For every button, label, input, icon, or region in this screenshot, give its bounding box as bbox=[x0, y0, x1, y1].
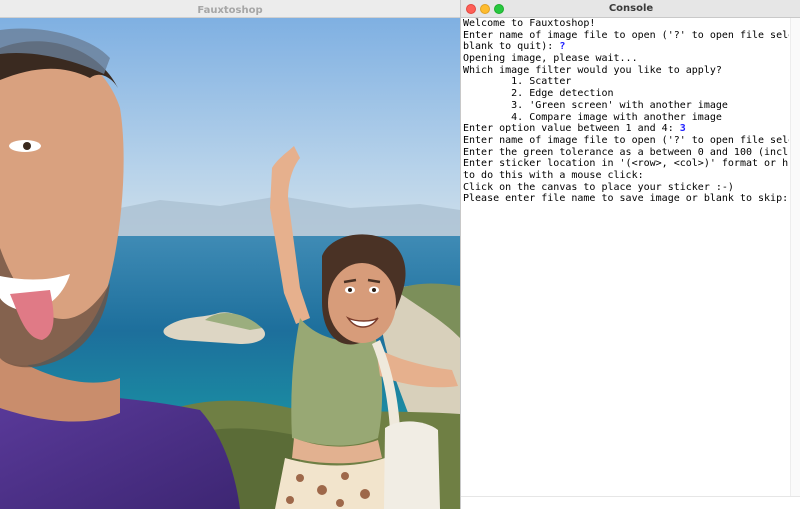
console-line-text: Click on the canvas to place your sticke… bbox=[463, 181, 734, 193]
console-line: Enter option value between 1 and 4: 3 bbox=[463, 123, 789, 135]
console-line-text: to do this with a mouse click: bbox=[463, 169, 644, 181]
console-line-text: 1. Scatter bbox=[463, 76, 572, 88]
console-line: Enter name of image file to open ('?' to… bbox=[463, 135, 789, 147]
console-title: Console bbox=[608, 3, 654, 14]
console-line-text: Which image filter would you like to app… bbox=[463, 64, 722, 76]
console-line-text: Enter option value between 1 and 4: bbox=[463, 123, 680, 135]
console-line-text: Please enter file name to save image or … bbox=[463, 193, 789, 205]
console-line-text: 2. Edge detection bbox=[463, 88, 614, 100]
console-user-input: ? bbox=[559, 41, 566, 53]
console-line: Click on the canvas to place your sticke… bbox=[463, 182, 789, 194]
console-line-text: Enter name of image file to open ('?' to… bbox=[463, 134, 789, 146]
fauxtoshop-titlebar[interactable]: Fauxtoshop bbox=[0, 0, 460, 18]
console-line: Welcome to Fauxtoshop! bbox=[463, 18, 789, 30]
console-line: Enter sticker location in '(<row>, <col>… bbox=[463, 158, 789, 170]
console-line: Which image filter would you like to app… bbox=[463, 65, 789, 77]
image-canvas[interactable] bbox=[0, 18, 460, 509]
console-scrollbar[interactable] bbox=[790, 18, 800, 496]
console-line: Opening image, please wait... bbox=[463, 53, 789, 65]
console-line: blank to quit): ? bbox=[463, 41, 789, 53]
console-line: 3. 'Green screen' with another image bbox=[463, 100, 789, 112]
console-titlebar[interactable]: Console bbox=[461, 0, 800, 18]
fauxtoshop-title: Fauxtoshop bbox=[197, 5, 263, 16]
console-line-text: Welcome to Fauxtoshop! bbox=[463, 18, 596, 29]
console-line: 4. Compare image with another image bbox=[463, 112, 789, 124]
console-line-text: Opening image, please wait... bbox=[463, 53, 638, 65]
console-line: 1. Scatter bbox=[463, 76, 789, 88]
console-line-text: 4. Compare image with another image bbox=[463, 111, 722, 123]
console-line-text: 3. 'Green screen' with another image bbox=[463, 99, 728, 111]
console-line: to do this with a mouse click: bbox=[463, 170, 789, 182]
fauxtoshop-window: Fauxtoshop bbox=[0, 0, 460, 509]
console-line: Enter name of image file to open ('?' to… bbox=[463, 30, 789, 42]
console-line-text: blank to quit): bbox=[463, 41, 560, 53]
console-status-strip bbox=[461, 496, 800, 509]
console-line: Please enter file name to save image or … bbox=[463, 193, 789, 205]
console-output[interactable]: Welcome to Fauxtoshop! Enter name of imag… bbox=[463, 18, 789, 496]
console-line-text: Enter sticker location in '(<row>, <col>… bbox=[463, 158, 789, 170]
tote-bag bbox=[384, 421, 440, 509]
console-line: Enter the green tolerance as a between 0… bbox=[463, 147, 789, 159]
console-line-text: Enter name of image file to open ('?' to… bbox=[463, 29, 789, 41]
console-window: Console Welcome to Fauxtoshop! Enter name… bbox=[460, 0, 800, 509]
console-user-input: 3 bbox=[679, 123, 686, 135]
console-line-text: Enter the green tolerance as a between 0… bbox=[463, 146, 789, 158]
edited-photo[interactable] bbox=[0, 18, 460, 509]
console-line: 2. Edge detection bbox=[463, 88, 789, 100]
